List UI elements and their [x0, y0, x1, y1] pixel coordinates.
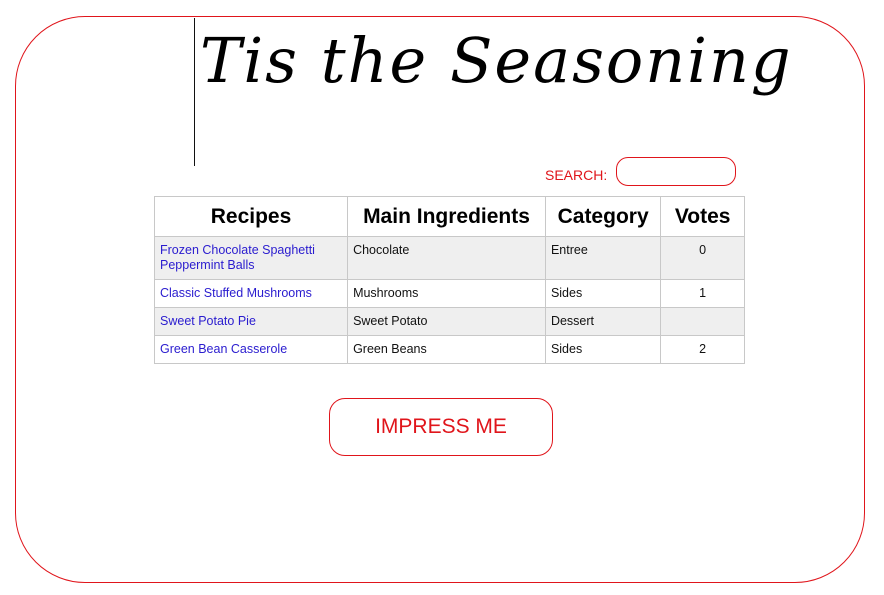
recipe-link[interactable]: Green Bean Casserole	[160, 342, 287, 356]
recipe-link[interactable]: Sweet Potato Pie	[160, 314, 256, 328]
table-row: Frozen Chocolate Spaghetti Peppermint Ba…	[153, 236, 745, 280]
recipe-cell: Green Bean Casserole	[153, 335, 349, 364]
recipe-link[interactable]: Frozen Chocolate Spaghetti Peppermint Ba…	[160, 243, 315, 272]
votes-cell: 2	[660, 335, 745, 364]
recipe-cell: Frozen Chocolate Spaghetti Peppermint Ba…	[153, 236, 349, 280]
column-header-votes[interactable]: Votes	[660, 196, 745, 237]
column-header-main-ingredients[interactable]: Main Ingredients	[347, 196, 546, 237]
recipe-link[interactable]: Classic Stuffed Mushrooms	[160, 286, 312, 300]
site-title: Tis the Seasoning	[200, 24, 793, 97]
ingredient-cell: Sweet Potato	[347, 307, 546, 336]
impress-me-button[interactable]: IMPRESS ME	[329, 398, 553, 456]
votes-cell	[660, 307, 745, 336]
title-divider	[194, 18, 195, 166]
category-cell: Sides	[544, 279, 662, 308]
column-header-recipes[interactable]: Recipes	[153, 196, 349, 237]
category-cell: Sides	[544, 335, 662, 364]
ingredient-cell: Mushrooms	[347, 279, 546, 308]
votes-cell: 1	[660, 279, 745, 308]
votes-cell: 0	[660, 236, 745, 280]
recipe-cell: Sweet Potato Pie	[153, 307, 349, 336]
ingredient-cell: Chocolate	[347, 236, 546, 280]
search-label: SEARCH:	[545, 167, 608, 183]
column-header-category[interactable]: Category	[544, 196, 662, 237]
table-row: Sweet Potato Pie Sweet Potato Dessert	[153, 307, 745, 336]
recipe-cell: Classic Stuffed Mushrooms	[153, 279, 349, 308]
table-row: Green Bean Casserole Green Beans Sides 2	[153, 335, 745, 364]
table-row: Classic Stuffed Mushrooms Mushrooms Side…	[153, 279, 745, 308]
ingredient-cell: Green Beans	[347, 335, 546, 364]
table-header-row: Recipes Main Ingredients Category Votes	[153, 196, 745, 237]
search-input[interactable]	[616, 157, 736, 186]
category-cell: Dessert	[544, 307, 662, 336]
category-cell: Entree	[544, 236, 662, 280]
recipes-table: Recipes Main Ingredients Category Votes …	[153, 196, 745, 364]
